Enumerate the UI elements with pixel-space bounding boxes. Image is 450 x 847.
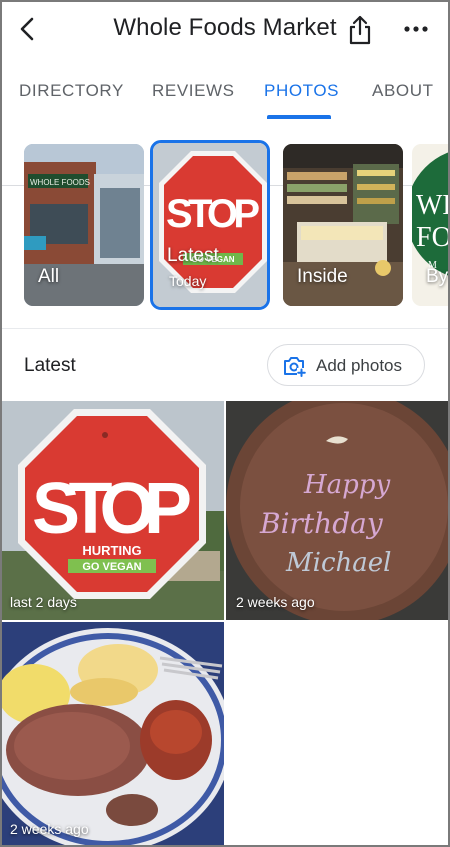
share-icon	[349, 15, 371, 45]
share-button[interactable]	[346, 14, 374, 46]
latest-section-heading: Latest	[24, 355, 76, 376]
photo-grid: STOP HURTING GO VEGAN last 2 days Happy …	[0, 401, 450, 847]
svg-text:STOP: STOP	[32, 469, 192, 549]
svg-text:FO: FO	[416, 222, 450, 253]
photo-caption: 2 weeks ago	[10, 821, 89, 837]
category-latest-label: Latest	[167, 245, 219, 266]
svg-text:HURTING: HURTING	[82, 543, 141, 558]
photo-category-carousel: WHOLE FOODS All STOP GO VEGAN Latest Tod…	[0, 140, 450, 310]
birthday-cake-image: Happy Birthday Michael	[226, 401, 450, 620]
category-by-owner[interactable]: WH FO M By	[412, 144, 450, 306]
add-photos-label: Add photos	[316, 356, 403, 375]
category-all[interactable]: WHOLE FOODS All	[24, 144, 144, 306]
tab-photos[interactable]: PHOTOS	[264, 81, 339, 101]
app-header: Whole Foods Market	[0, 0, 450, 60]
svg-text:GO VEGAN: GO VEGAN	[82, 561, 141, 573]
tab-reviews[interactable]: REVIEWS	[152, 81, 235, 101]
more-horizontal-icon	[404, 26, 428, 32]
photo-caption: 2 weeks ago	[236, 594, 315, 610]
photo-caption: last 2 days	[10, 594, 77, 610]
photo-tile[interactable]: 2 weeks ago	[0, 622, 224, 847]
svg-text:Birthday: Birthday	[259, 507, 384, 540]
svg-text:STOP: STOP	[166, 192, 260, 236]
tab-bar: DIRECTORY REVIEWS PHOTOS ABOUT	[0, 66, 450, 186]
section-divider	[0, 328, 450, 329]
category-by-owner-label: By	[426, 266, 449, 287]
page-title: Whole Foods Market	[113, 14, 337, 41]
category-latest[interactable]: STOP GO VEGAN Latest Today	[150, 140, 270, 310]
category-inside[interactable]: Inside	[283, 144, 403, 306]
photo-tile[interactable]: STOP HURTING GO VEGAN last 2 days	[0, 401, 224, 620]
category-all-label: All	[38, 266, 60, 287]
tab-directory[interactable]: DIRECTORY	[19, 81, 124, 101]
svg-text:Michael: Michael	[285, 548, 391, 578]
more-options-button[interactable]	[402, 18, 430, 40]
svg-text:WHOLE FOODS: WHOLE FOODS	[30, 178, 90, 187]
tab-about[interactable]: ABOUT	[372, 81, 434, 101]
category-inside-label: Inside	[297, 266, 348, 287]
add-photos-button[interactable]: Add photos	[267, 344, 425, 386]
photo-tile[interactable]: Happy Birthday Michael 2 weeks ago	[226, 401, 450, 620]
category-latest-sublabel: Today	[169, 273, 207, 289]
add-photo-camera-icon	[284, 357, 306, 377]
active-tab-indicator	[267, 115, 331, 119]
stop-sign-image: STOP HURTING GO VEGAN	[0, 401, 224, 620]
steak-plate-image	[0, 622, 224, 847]
svg-text:WH: WH	[416, 190, 450, 221]
svg-text:Happy: Happy	[303, 470, 390, 500]
